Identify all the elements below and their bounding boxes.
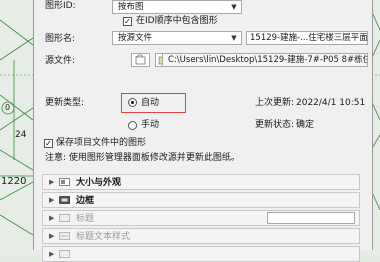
cad-number-mid: 0 [5,103,11,112]
drawing-name-label: 图形名: [45,34,76,44]
title-icon [59,214,70,222]
size-appearance-icon [59,178,70,186]
update-status-label: 更新状态: [255,120,295,130]
source-file-path: C:\Users\lin\Desktop\15129-建施-7#-P05 8#栋… [168,55,367,65]
section-more[interactable]: ▶ [42,246,360,262]
title-type-combo[interactable] [267,212,355,224]
chevron-right-icon: ▶ [49,214,55,222]
auto-radio[interactable] [128,98,137,107]
frame-icon [59,196,70,204]
chevron-right-icon: ▶ [49,232,55,240]
section-frame[interactable]: ▶ 边框 [42,192,360,208]
last-update-value: 2022/4/1 10:51 [296,98,366,108]
chevron-down-icon: ▼ [231,34,237,42]
more-icon [59,250,70,258]
manual-radio[interactable] [128,121,137,130]
drawing-id-combo[interactable]: 按布图 ▼ [112,0,242,14]
chevron-right-icon: ▶ [49,250,55,258]
drawing-name-combo[interactable]: 按源文件 ▼ [112,31,242,45]
include-in-id-label: 在ID顺序中包含图形 [136,16,218,26]
chevron-right-icon: ▶ [49,178,55,186]
cad-number-left: 1220 [1,176,27,187]
source-file-icon[interactable] [131,53,150,67]
update-status-value: 确定 [296,120,315,130]
section-label: 标题 [76,214,95,224]
section-label: 标题文本样式 [76,232,131,242]
section-title-text-style[interactable]: ▶ 标题文本样式 [42,228,360,244]
save-in-project-checkbox[interactable]: ✓ [44,139,53,148]
drawing-settings-dialog: 图形ID: 按布图 ▼ ✓ 在ID顺序中包含图形 图形名: 按源文件 ▼ 151… [33,0,373,262]
section-label: 边框 [76,196,95,206]
section-label: 大小与外观 [76,178,122,188]
last-update-label: 上次更新: [255,98,295,108]
source-file-path-field[interactable]: C:\Users\lin\Desktop\15129-建施-7#-P05 8#栋… [162,53,368,67]
title-text-style-icon [59,232,70,240]
note-text: 注意: 使用图形管理器面板修改源并更新此图纸。 [45,153,240,163]
drawing-name-text: 15129-建施-...住宅楼三层平面图 [250,33,368,43]
include-in-id-checkbox[interactable]: ✓ [123,17,132,26]
manual-radio-label: 手动 [141,120,160,130]
save-in-project-label: 保存项目文件中的图形 [56,138,147,148]
cad-number-small: 24 [15,130,27,140]
drawing-id-value: 按布图 [118,2,144,12]
chevron-down-icon: ▼ [231,3,237,11]
drawing-name-field[interactable]: 15129-建施-...住宅楼三层平面图 [246,31,368,45]
chevron-right-icon: ▶ [49,196,55,204]
auto-radio-label: 自动 [141,98,160,108]
section-title[interactable]: ▶ 标题 [42,210,360,226]
drawing-id-label: 图形ID: [45,1,76,11]
update-type-label: 更新类型: [45,98,85,108]
source-file-label: 源文件: [45,56,76,66]
section-size-appearance[interactable]: ▶ 大小与外观 [42,174,360,190]
drawing-name-value: 按源文件 [118,33,153,43]
